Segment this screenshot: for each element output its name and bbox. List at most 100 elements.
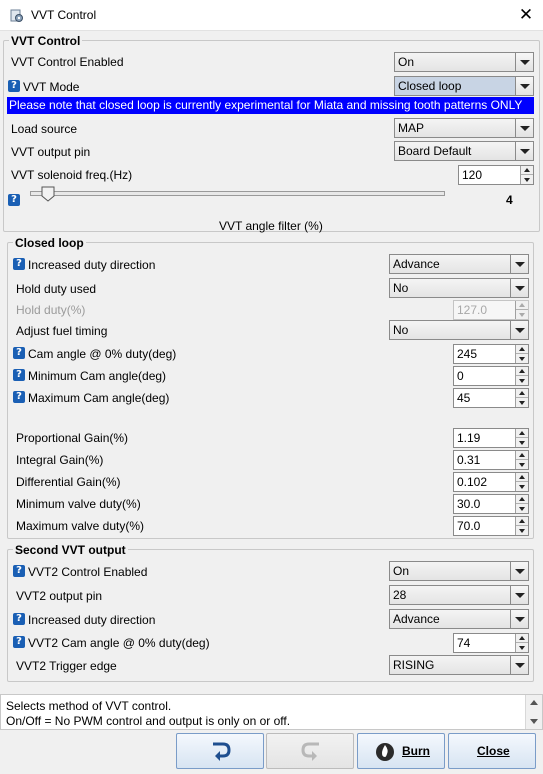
vvt2-cam-angle-0-duty-spinner[interactable]: 74 xyxy=(453,633,529,653)
proportional-gain-spinner[interactable]: 1.19 xyxy=(453,428,529,448)
vvt2-increased-duty-direction-select[interactable]: Advance xyxy=(389,609,529,629)
spinner-buttons[interactable] xyxy=(515,301,528,319)
spinner-down-icon[interactable] xyxy=(516,460,528,469)
spinner-down-icon[interactable] xyxy=(516,504,528,513)
vvt2-output-pin-select[interactable]: 28 xyxy=(389,585,529,605)
vvt-control-enabled-label: VVT Control Enabled xyxy=(11,55,124,69)
spinner-buttons[interactable] xyxy=(515,429,528,447)
spinner-buttons[interactable] xyxy=(515,495,528,513)
help-icon[interactable]: ? xyxy=(13,636,25,648)
help-icon[interactable]: ? xyxy=(13,565,25,577)
help-icon[interactable]: ? xyxy=(13,347,25,359)
cam-angle-0-duty-value: 245 xyxy=(457,347,478,361)
vvt-output-pin-select[interactable]: Board Default xyxy=(394,141,534,161)
spinner-buttons[interactable] xyxy=(515,473,528,491)
hold-duty-used-value: No xyxy=(393,281,409,295)
spinner-up-icon[interactable] xyxy=(516,473,528,482)
spinner-buttons[interactable] xyxy=(515,389,528,407)
spinner-down-icon[interactable] xyxy=(516,643,528,652)
chevron-down-icon xyxy=(510,321,528,339)
vvt-angle-filter-slider-thumb[interactable] xyxy=(41,186,55,202)
spinner-down-icon[interactable] xyxy=(516,398,528,407)
vvt2-cam-angle-0-duty-value: 74 xyxy=(457,636,471,650)
vvt-mode-value: Closed loop xyxy=(398,79,462,93)
spinner-up-icon[interactable] xyxy=(516,367,528,376)
vvt2-control-enabled-select[interactable]: On xyxy=(389,561,529,581)
window-close-button[interactable]: ✕ xyxy=(513,4,539,26)
burn-flame-icon xyxy=(376,743,394,761)
spinner-up-icon[interactable] xyxy=(516,634,528,643)
spinner-up-icon[interactable] xyxy=(516,345,528,354)
vvt-mode-select[interactable]: Closed loop xyxy=(394,76,534,96)
help-icon[interactable]: ? xyxy=(13,369,25,381)
vvt-mode-label: VVT Mode xyxy=(23,80,80,94)
vvt-solenoid-freq-spinner[interactable]: 120 xyxy=(458,165,534,185)
hold-duty-used-select[interactable]: No xyxy=(389,278,529,298)
vvt2-trigger-edge-select[interactable]: RISING xyxy=(389,655,529,675)
undo-button[interactable] xyxy=(176,733,264,769)
help-icon[interactable]: ? xyxy=(13,391,25,403)
close-button[interactable]: Close xyxy=(448,733,536,769)
adjust-fuel-timing-label: Adjust fuel timing xyxy=(16,324,108,338)
load-source-select[interactable]: MAP xyxy=(394,118,534,138)
spinner-buttons[interactable] xyxy=(515,451,528,469)
spinner-buttons[interactable] xyxy=(520,166,533,184)
increased-duty-direction-label: Increased duty direction xyxy=(28,258,156,272)
description-scrollbar[interactable] xyxy=(525,695,542,729)
chevron-down-icon xyxy=(510,656,528,674)
spinner-down-icon[interactable] xyxy=(516,376,528,385)
spinner-buttons[interactable] xyxy=(515,634,528,652)
vvt2-output-pin-label: VVT2 output pin xyxy=(16,589,103,603)
vvt2-cam-angle-0-duty-label: VVT2 Cam angle @ 0% duty(deg) xyxy=(28,636,210,650)
close-button-label: Close xyxy=(477,744,510,758)
spinner-up-icon[interactable] xyxy=(516,429,528,438)
spinner-down-icon[interactable] xyxy=(516,310,528,319)
vvt2-increased-duty-direction-value: Advance xyxy=(393,612,440,626)
proportional-gain-value: 1.19 xyxy=(457,431,481,445)
spinner-buttons[interactable] xyxy=(515,345,528,363)
window-title: VVT Control xyxy=(31,8,97,22)
hold-duty-spinner[interactable]: 127.0 xyxy=(453,300,529,320)
help-icon[interactable]: ? xyxy=(13,258,25,270)
help-icon[interactable]: ? xyxy=(8,194,20,206)
vvt2-increased-duty-direction-label: Increased duty direction xyxy=(28,613,156,627)
vvt-output-pin-value: Board Default xyxy=(398,144,472,158)
spinner-up-icon[interactable] xyxy=(516,495,528,504)
help-icon[interactable]: ? xyxy=(8,80,20,92)
help-icon[interactable]: ? xyxy=(13,613,25,625)
redo-button[interactable] xyxy=(266,733,354,769)
closed-loop-warning-notice: Please note that closed loop is currentl… xyxy=(7,97,534,114)
differential-gain-value: 0.102 xyxy=(457,475,488,489)
spinner-up-icon[interactable] xyxy=(516,451,528,460)
spinner-up-icon[interactable] xyxy=(521,166,533,175)
increased-duty-direction-select[interactable]: Advance xyxy=(389,254,529,274)
spinner-down-icon[interactable] xyxy=(516,438,528,447)
help-description-area[interactable]: Selects method of VVT control. On/Off = … xyxy=(0,694,543,730)
spinner-up-icon[interactable] xyxy=(516,517,528,526)
spinner-up-icon[interactable] xyxy=(516,389,528,398)
min-cam-angle-spinner[interactable]: 0 xyxy=(453,366,529,386)
hold-duty-label: Hold duty(%) xyxy=(16,303,86,317)
max-cam-angle-spinner[interactable]: 45 xyxy=(453,388,529,408)
differential-gain-label: Differential Gain(%) xyxy=(16,475,121,489)
spinner-down-icon[interactable] xyxy=(516,482,528,491)
proportional-gain-label: Proportional Gain(%) xyxy=(16,431,129,445)
hold-duty-value: 127.0 xyxy=(457,303,488,317)
vvt-control-enabled-select[interactable]: On xyxy=(394,52,534,72)
vvt2-control-enabled-value: On xyxy=(393,564,410,578)
integral-gain-spinner[interactable]: 0.31 xyxy=(453,450,529,470)
differential-gain-spinner[interactable]: 0.102 xyxy=(453,472,529,492)
burn-button[interactable]: Burn xyxy=(357,733,445,769)
spinner-up-icon[interactable] xyxy=(516,301,528,310)
spinner-down-icon[interactable] xyxy=(521,175,533,184)
vvt-angle-filter-slider-track[interactable] xyxy=(30,191,445,196)
spinner-down-icon[interactable] xyxy=(516,354,528,363)
min-valve-duty-spinner[interactable]: 30.0 xyxy=(453,494,529,514)
cam-angle-0-duty-spinner[interactable]: 245 xyxy=(453,344,529,364)
redo-arrow-icon xyxy=(301,742,319,761)
spinner-down-icon[interactable] xyxy=(516,526,528,535)
spinner-buttons[interactable] xyxy=(515,367,528,385)
max-valve-duty-spinner[interactable]: 70.0 xyxy=(453,516,529,536)
spinner-buttons[interactable] xyxy=(515,517,528,535)
adjust-fuel-timing-select[interactable]: No xyxy=(389,320,529,340)
